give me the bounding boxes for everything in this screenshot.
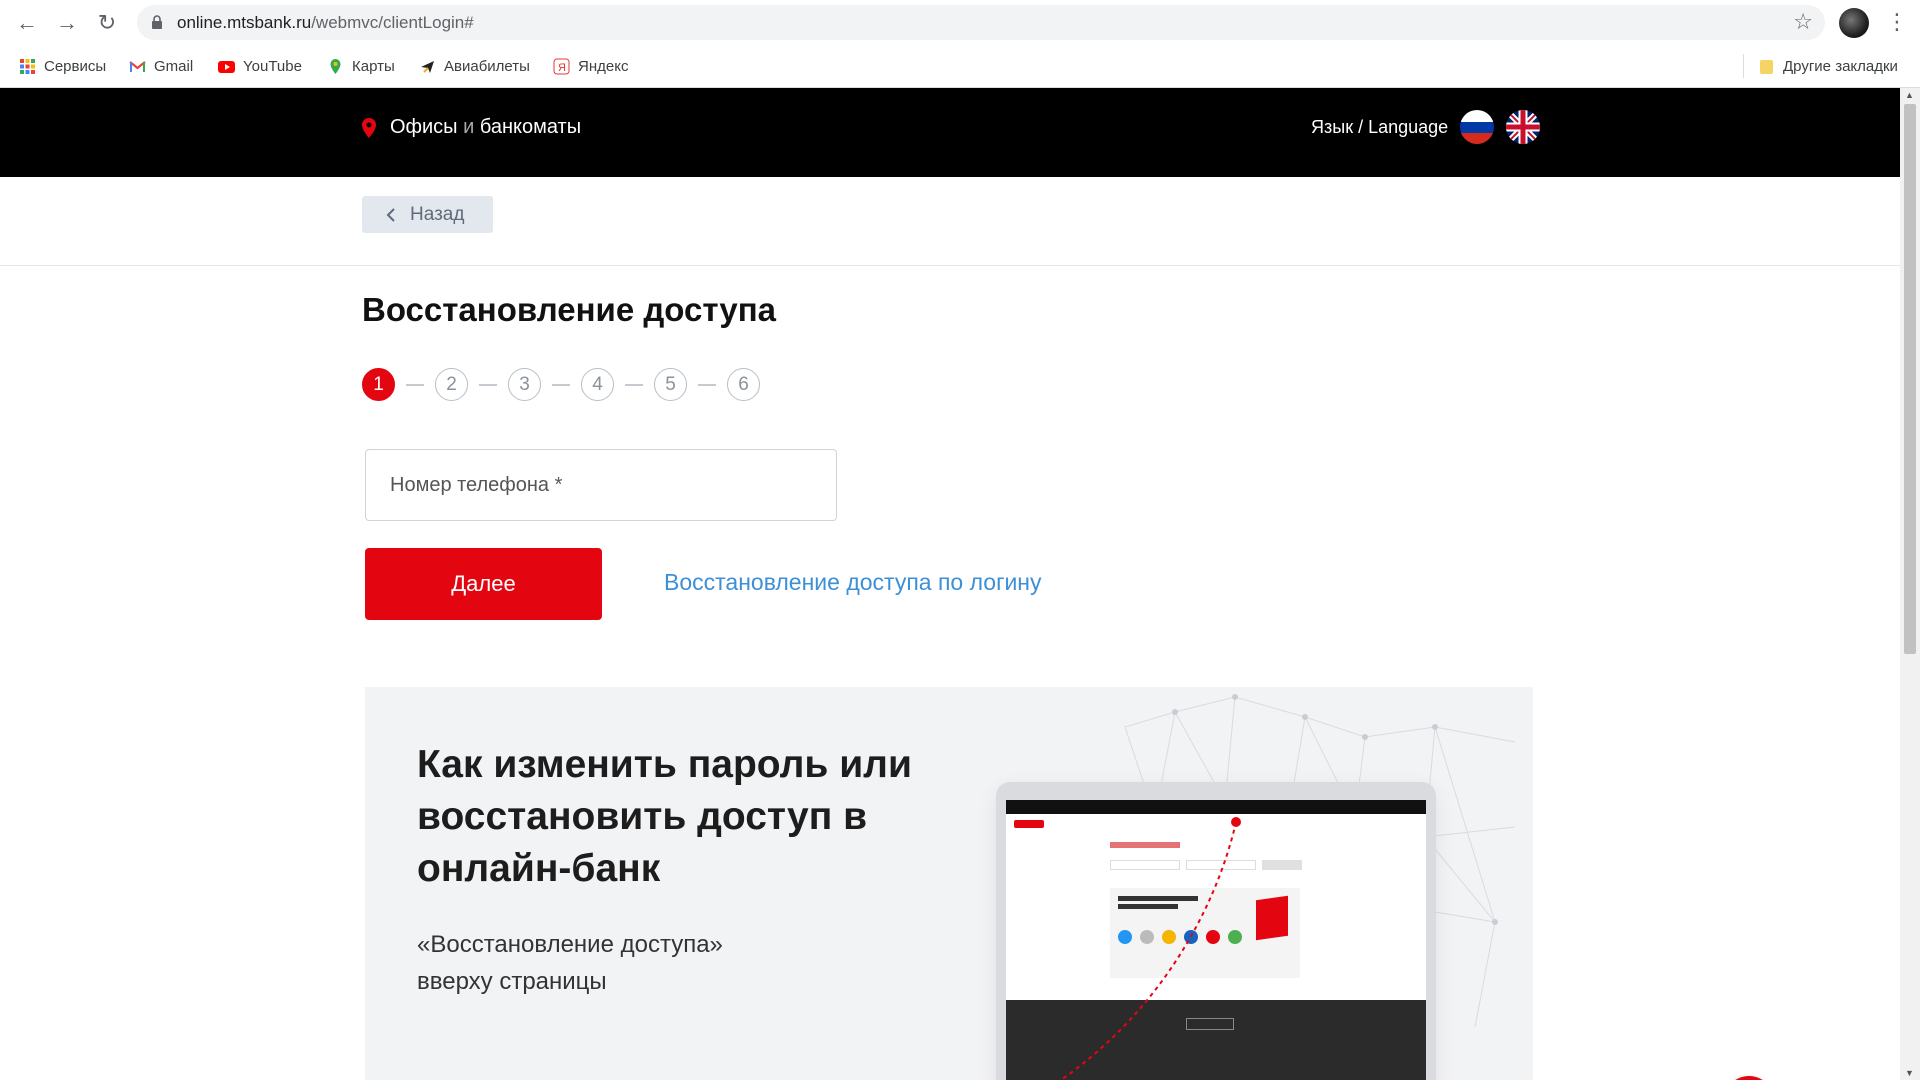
bookmark-label: Яндекс [578, 57, 629, 75]
offices-label: Офисы [390, 116, 458, 138]
chevron-left-icon [386, 207, 395, 222]
maps-pin-icon [330, 58, 341, 74]
lock-icon [152, 15, 162, 29]
back-bar [0, 177, 1900, 266]
step-2: 2 [435, 368, 468, 401]
bookmark-label: YouTube [243, 57, 302, 75]
step-connector [406, 383, 424, 386]
scroll-down-icon[interactable]: ▼ [1905, 1068, 1914, 1078]
other-bookmarks[interactable]: Другие закладки [1758, 55, 1898, 77]
step-indicator: 1 2 3 4 5 6 [362, 368, 760, 401]
bookmarks-bar: Сервисы Gmail YouTube Карты Авиабилеты Я… [0, 45, 1920, 88]
back-button[interactable]: Назад [362, 196, 493, 233]
step-5: 5 [654, 368, 687, 401]
bookmark-gmail[interactable]: Gmail [129, 55, 193, 77]
scrollbar-thumb[interactable] [1904, 104, 1916, 654]
apps-grid-icon [20, 58, 35, 74]
and-label: и [463, 116, 475, 138]
uk-flag-icon[interactable] [1506, 110, 1541, 144]
phone-input[interactable] [366, 450, 836, 520]
step-connector [552, 383, 570, 386]
other-bookmarks-label: Другие закладки [1783, 57, 1898, 75]
step-6: 6 [727, 368, 760, 401]
step-3: 3 [508, 368, 541, 401]
page-scrollbar[interactable]: ▲ ▼ [1900, 88, 1920, 1080]
russian-flag-icon[interactable] [1460, 110, 1495, 144]
bookmark-label: Сервисы [44, 57, 107, 75]
next-button[interactable]: Далее [365, 548, 602, 620]
step-connector [479, 383, 497, 386]
bookmark-yandex[interactable]: Я Яндекс [553, 55, 628, 77]
bookmark-label: Gmail [154, 57, 194, 75]
phone-field[interactable] [365, 449, 837, 521]
yandex-icon: Я [553, 58, 570, 74]
bookmarks-separator [1743, 54, 1744, 78]
reload-icon[interactable]: ↻ [94, 10, 120, 36]
step-4: 4 [581, 368, 614, 401]
step-connector [625, 383, 643, 386]
promo-subtitle: «Восстановление доступа» вверху страницы [417, 926, 723, 1000]
folder-icon [1760, 59, 1773, 74]
atms-label: банкоматы [479, 116, 582, 138]
gmail-icon [129, 60, 146, 72]
profile-avatar[interactable] [1839, 8, 1869, 38]
promo-title: Как изменить пароль или восстановить дос… [417, 743, 912, 890]
promo-subtitle-line: «Восстановление доступа» [417, 931, 723, 958]
offices-atms-link[interactable]: Офисы и банкоматы [362, 116, 581, 139]
back-label: Назад [410, 203, 465, 225]
bookmark-label: Авиабилеты [444, 57, 530, 75]
browser-toolbar: ← → ↻ online.mtsbank.ru/webmvc/clientLog… [0, 0, 1920, 45]
youtube-icon [218, 60, 235, 73]
address-bar[interactable]: online.mtsbank.ru/webmvc/clientLogin# ☆ [137, 5, 1825, 40]
forward-arrow-icon[interactable]: → [54, 10, 80, 36]
plane-icon [421, 60, 434, 73]
step-1: 1 [362, 368, 395, 401]
scroll-up-icon[interactable]: ▲ [1905, 90, 1914, 100]
language-switcher: Язык / Language [1311, 110, 1541, 144]
svg-text:Я: Я [558, 62, 566, 74]
location-pin-icon [362, 117, 376, 138]
bookmark-maps[interactable]: Карты [327, 55, 395, 77]
promo-subtitle-line: вверху страницы [417, 968, 607, 995]
bookmark-youtube[interactable]: YouTube [218, 55, 302, 77]
page-content: Офисы и банкоматы Язык / Language Назад … [0, 88, 1900, 1080]
bookmark-services[interactable]: Сервисы [19, 55, 106, 77]
url-text: online.mtsbank.ru/webmvc/clientLogin# [177, 13, 474, 32]
bookmark-label: Карты [352, 57, 395, 75]
bookmark-star-icon[interactable]: ☆ [1793, 9, 1813, 35]
promo-banner: Как изменить пароль или восстановить дос… [365, 687, 1533, 1080]
back-arrow-icon[interactable]: ← [14, 10, 40, 36]
bookmark-flights[interactable]: Авиабилеты [419, 55, 530, 77]
laptop-screenshot-illustration [996, 782, 1436, 1080]
chat-button[interactable] [1724, 1076, 1774, 1080]
site-header: Офисы и банкоматы Язык / Language [0, 88, 1900, 177]
language-label: Язык / Language [1311, 116, 1449, 137]
page-title: Восстановление доступа [362, 291, 776, 328]
browser-menu-icon[interactable]: ⋮ [1886, 9, 1908, 35]
restore-by-login-link[interactable]: Восстановление доступа по логину [664, 569, 1042, 596]
step-connector [698, 383, 716, 386]
laptop-screen [1006, 800, 1426, 1080]
